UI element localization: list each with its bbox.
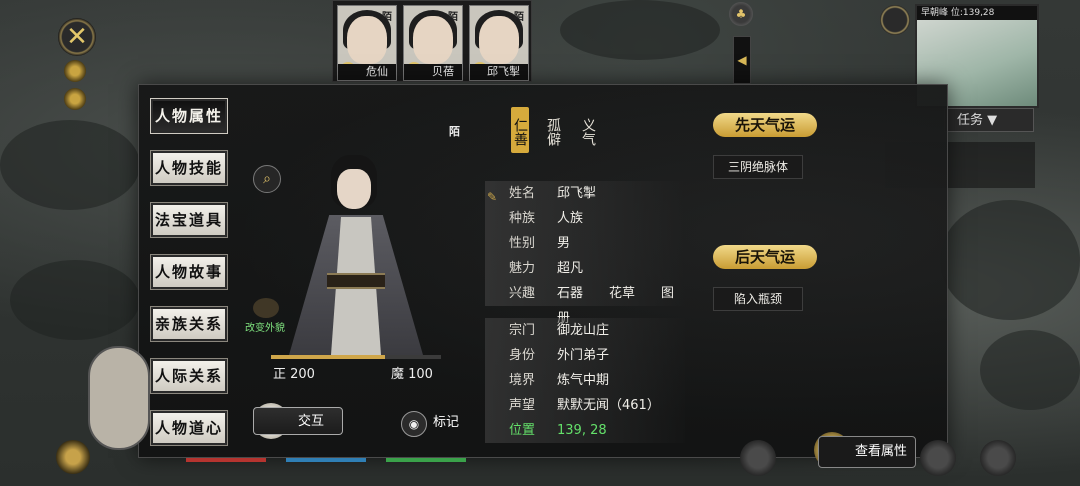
tab-dao-heart[interactable]: 人物道心 [150, 410, 228, 446]
attribute-row: 种族 人族 [485, 206, 685, 231]
trait-tag[interactable]: 孤僻 [544, 107, 562, 153]
attribute-row: 魅力 超凡 [485, 256, 685, 281]
tab-social-relations[interactable]: 人际关系 [150, 358, 228, 394]
portrait-name: 贝蓓 [404, 64, 462, 80]
innate-fortune-title: 先天气运 [713, 113, 817, 137]
party-portrait[interactable]: 陌 ◆ 邱飞掣 [469, 5, 529, 81]
attribute-row: 性别男 [485, 231, 685, 256]
innate-fortune-value[interactable]: 三阴绝脉体 [713, 155, 803, 179]
party-portrait-strip: 陌 ◆ 危仙 陌 ◆ 贝蓓 陌 ◆ 邱飞掣 [332, 0, 532, 82]
bottom-menu-button[interactable] [740, 440, 776, 476]
portrait-name: 邱飞掣 [470, 64, 528, 80]
menu-orb-icon[interactable] [64, 60, 86, 82]
tab-character-story[interactable]: 人物故事 [150, 254, 228, 290]
righteous-value: 正 200 [273, 367, 315, 382]
search-icon: ⌕ [263, 171, 271, 187]
view-attributes-button[interactable]: 查看属性 [818, 436, 917, 468]
close-icon: ✕ [66, 22, 88, 52]
minimap-header: 早朝峰 位:139,28 [917, 6, 1037, 20]
acquired-fortune-title: 后天气运 [713, 245, 817, 269]
attribute-row: 兴趣石器 花草 图册 [485, 281, 685, 326]
left-tab-list: 人物属性 人物技能 法宝道具 人物故事 亲族关系 人际关系 人物道心 [150, 98, 228, 463]
menu-orb-icon[interactable] [64, 88, 86, 110]
tab-character-attributes[interactable]: 人物属性 [150, 98, 228, 134]
bottom-menu-button[interactable] [980, 440, 1016, 476]
time-ring-icon[interactable] [880, 5, 910, 35]
player-orb-icon[interactable] [56, 440, 90, 474]
tab-character-skills[interactable]: 人物技能 [150, 150, 228, 186]
attribute-row: 宗门 御龙山庄 [485, 318, 685, 343]
attribute-row: 声望 默默无闻（461） [485, 393, 685, 418]
character-figure [271, 155, 441, 355]
trait-tag[interactable]: 义气 [579, 107, 597, 153]
trait-tag[interactable]: 仁善 [511, 107, 529, 153]
portrait-mark: 陌 [514, 12, 524, 23]
acquired-fortune-value[interactable]: 陷入瓶颈 [713, 287, 803, 311]
tab-family-relations[interactable]: 亲族关系 [150, 306, 228, 342]
edit-name-icon[interactable]: ✎ [487, 185, 503, 204]
attribute-row: 身份 外门弟子 [485, 343, 685, 368]
player-avatar[interactable] [88, 346, 150, 450]
location-row[interactable]: 位置 139, 28 [485, 418, 685, 443]
status-bars [186, 458, 486, 464]
mark-button[interactable]: 标记 [401, 411, 459, 435]
party-menu-icon[interactable]: ♣ [729, 2, 753, 26]
alignment-bar [271, 355, 441, 359]
portrait-mark: 陌 [448, 12, 458, 23]
party-portrait[interactable]: 陌 ◆ 贝蓓 [403, 5, 463, 81]
demonic-value: 魔 100 [391, 367, 433, 382]
interact-button[interactable]: 交互 [253, 407, 343, 435]
character-seal: 陌 [449, 125, 460, 138]
attribute-row: 境界 炼气中期 [485, 368, 685, 393]
collapse-arrow-icon[interactable]: ◀ [733, 36, 751, 84]
bottom-menu-button[interactable] [920, 440, 956, 476]
portrait-name: 危仙 [338, 64, 396, 80]
character-panel: 人物属性 人物技能 法宝道具 人物故事 亲族关系 人际关系 人物道心 ⌕ 改变外… [138, 84, 948, 458]
attribute-row: ✎ 姓名 邱飞掣 [485, 181, 685, 206]
party-portrait[interactable]: 陌 ◆ 危仙 [337, 5, 397, 81]
task-button[interactable]: 任务 ▼ [944, 108, 1034, 132]
close-button[interactable]: ✕ [58, 18, 96, 56]
tab-treasures-items[interactable]: 法宝道具 [150, 202, 228, 238]
attribute-list: ✎ 姓名邱飞掣 种族人族 性别男 魅力超凡 兴趣石器 花草 图册 宗门御龙山庄 … [485, 181, 685, 443]
alignment-fill [271, 355, 385, 359]
portrait-mark: 陌 [382, 12, 392, 23]
